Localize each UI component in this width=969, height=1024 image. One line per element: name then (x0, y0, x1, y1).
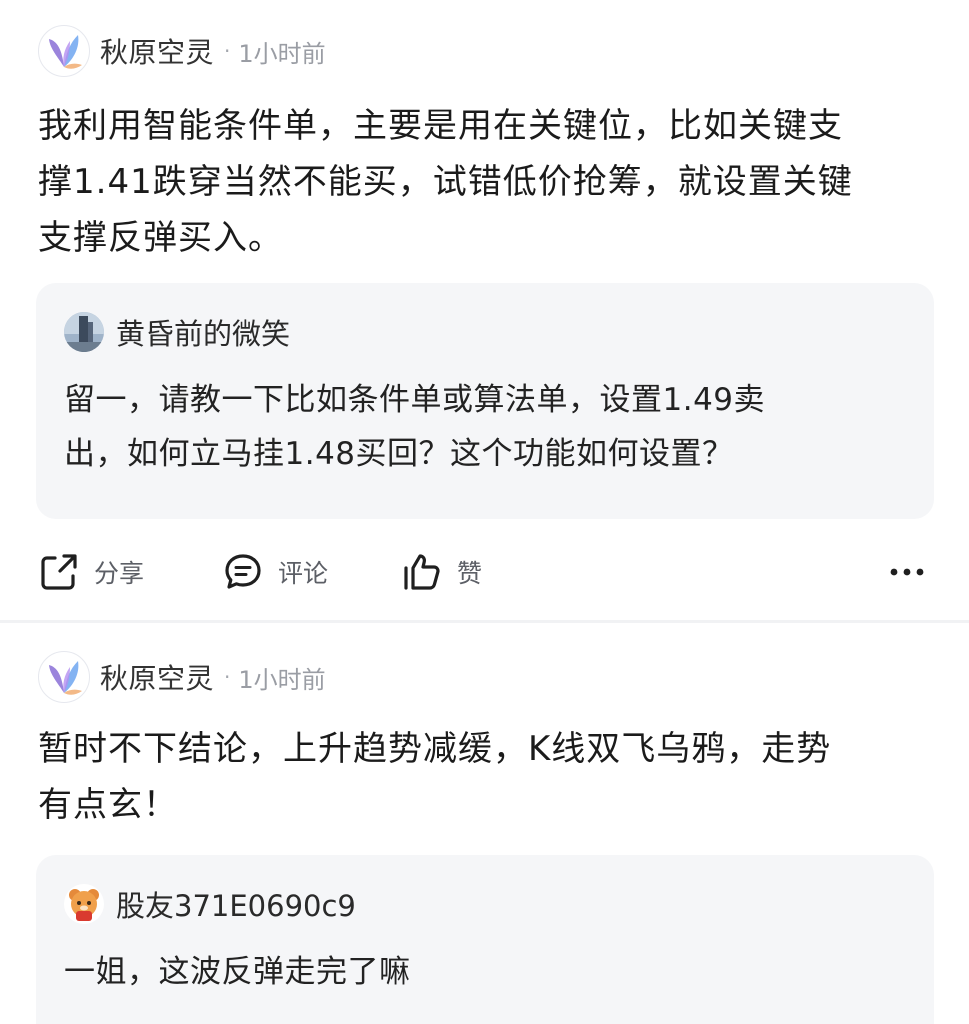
reply-line: 一姐，这波反弹走完了嘛 (64, 954, 411, 990)
reply-text: 一姐，这波反弹走完了嘛 (64, 945, 864, 999)
more-icon (890, 568, 924, 576)
post-time: 1小时前 (238, 665, 326, 694)
reply-user: 股友371E0690c9 (64, 883, 356, 925)
comment-label: 评论 (278, 559, 329, 588)
post-1: 秋原空灵 · 1小时前 我利用智能条件单，主要是用在关键位，比如关键支 撑1.4… (0, 0, 969, 620)
comment-button[interactable]: 评论 (222, 542, 328, 602)
like-button[interactable]: 赞 (401, 542, 482, 602)
reply-user-name[interactable]: 股友371E0690c9 (116, 883, 356, 925)
post-header: 秋原空灵 · 1小时前 (38, 651, 326, 703)
share-button[interactable]: 分享 (38, 542, 144, 602)
reply-user-name[interactable]: 黄昏前的微笑 (116, 311, 290, 353)
meta-separator: · (224, 665, 231, 689)
butterfly-logo-icon (49, 35, 82, 69)
post-content[interactable]: 暂时不下结论，上升趋势减缓，K线双飞乌鸦，走势 有点玄！ (38, 721, 933, 833)
reply-avatar[interactable] (64, 312, 104, 352)
reply-line: 出，如何立马挂1.48买回？这个功能如何设置？ (64, 436, 734, 472)
like-label: 赞 (457, 559, 483, 588)
author-name[interactable]: 秋原空灵 (100, 657, 214, 697)
comment-icon (225, 554, 261, 589)
reply-card[interactable]: 股友371E0690c9 一姐，这波反弹走完了嘛 (36, 855, 934, 1024)
content-line: 暂时不下结论，上升趋势减缓，K线双飞乌鸦，走势 (38, 729, 832, 769)
reply-avatar[interactable] (64, 884, 104, 924)
share-icon (41, 554, 77, 590)
more-button[interactable] (885, 542, 929, 602)
reply-card[interactable]: 黄昏前的微笑 留一，请教一下比如条件单或算法单，设置1.49卖 出，如何立马挂1… (36, 283, 934, 519)
post-content[interactable]: 我利用智能条件单，主要是用在关键位，比如关键支 撑1.41跌穿当然不能买，试错低… (38, 98, 933, 266)
reply-line: 留一，请教一下比如条件单或算法单，设置1.49卖 (64, 382, 766, 418)
content-line: 撑1.41跌穿当然不能买，试错低价抢筹，就设置关键 (38, 162, 853, 202)
content-line: 我利用智能条件单，主要是用在关键位，比如关键支 (38, 106, 843, 146)
reply-text: 留一，请教一下比如条件单或算法单，设置1.49卖 出，如何立马挂1.48买回？这… (64, 373, 864, 481)
post-time: 1小时前 (238, 39, 326, 68)
meta-separator: · (224, 39, 231, 63)
cartoon-tiger-avatar (64, 884, 104, 924)
building-photo-avatar (64, 312, 104, 352)
butterfly-logo-icon (49, 661, 82, 695)
content-line: 有点玄！ (38, 785, 178, 825)
post-divider (0, 620, 969, 623)
post-header: 秋原空灵 · 1小时前 (38, 25, 326, 77)
thumbs-up-icon (404, 554, 440, 590)
comment-feed: 秋原空灵 · 1小时前 我利用智能条件单，主要是用在关键位，比如关键支 撑1.4… (0, 0, 969, 1024)
reply-user: 黄昏前的微笑 (64, 311, 290, 353)
author-name[interactable]: 秋原空灵 (100, 31, 214, 71)
content-line: 支撑反弹买入。 (38, 218, 283, 258)
action-bar: 分享 评论 赞 (38, 542, 933, 602)
share-label: 分享 (94, 559, 145, 588)
author-avatar[interactable] (38, 651, 90, 703)
author-avatar[interactable] (38, 25, 90, 77)
